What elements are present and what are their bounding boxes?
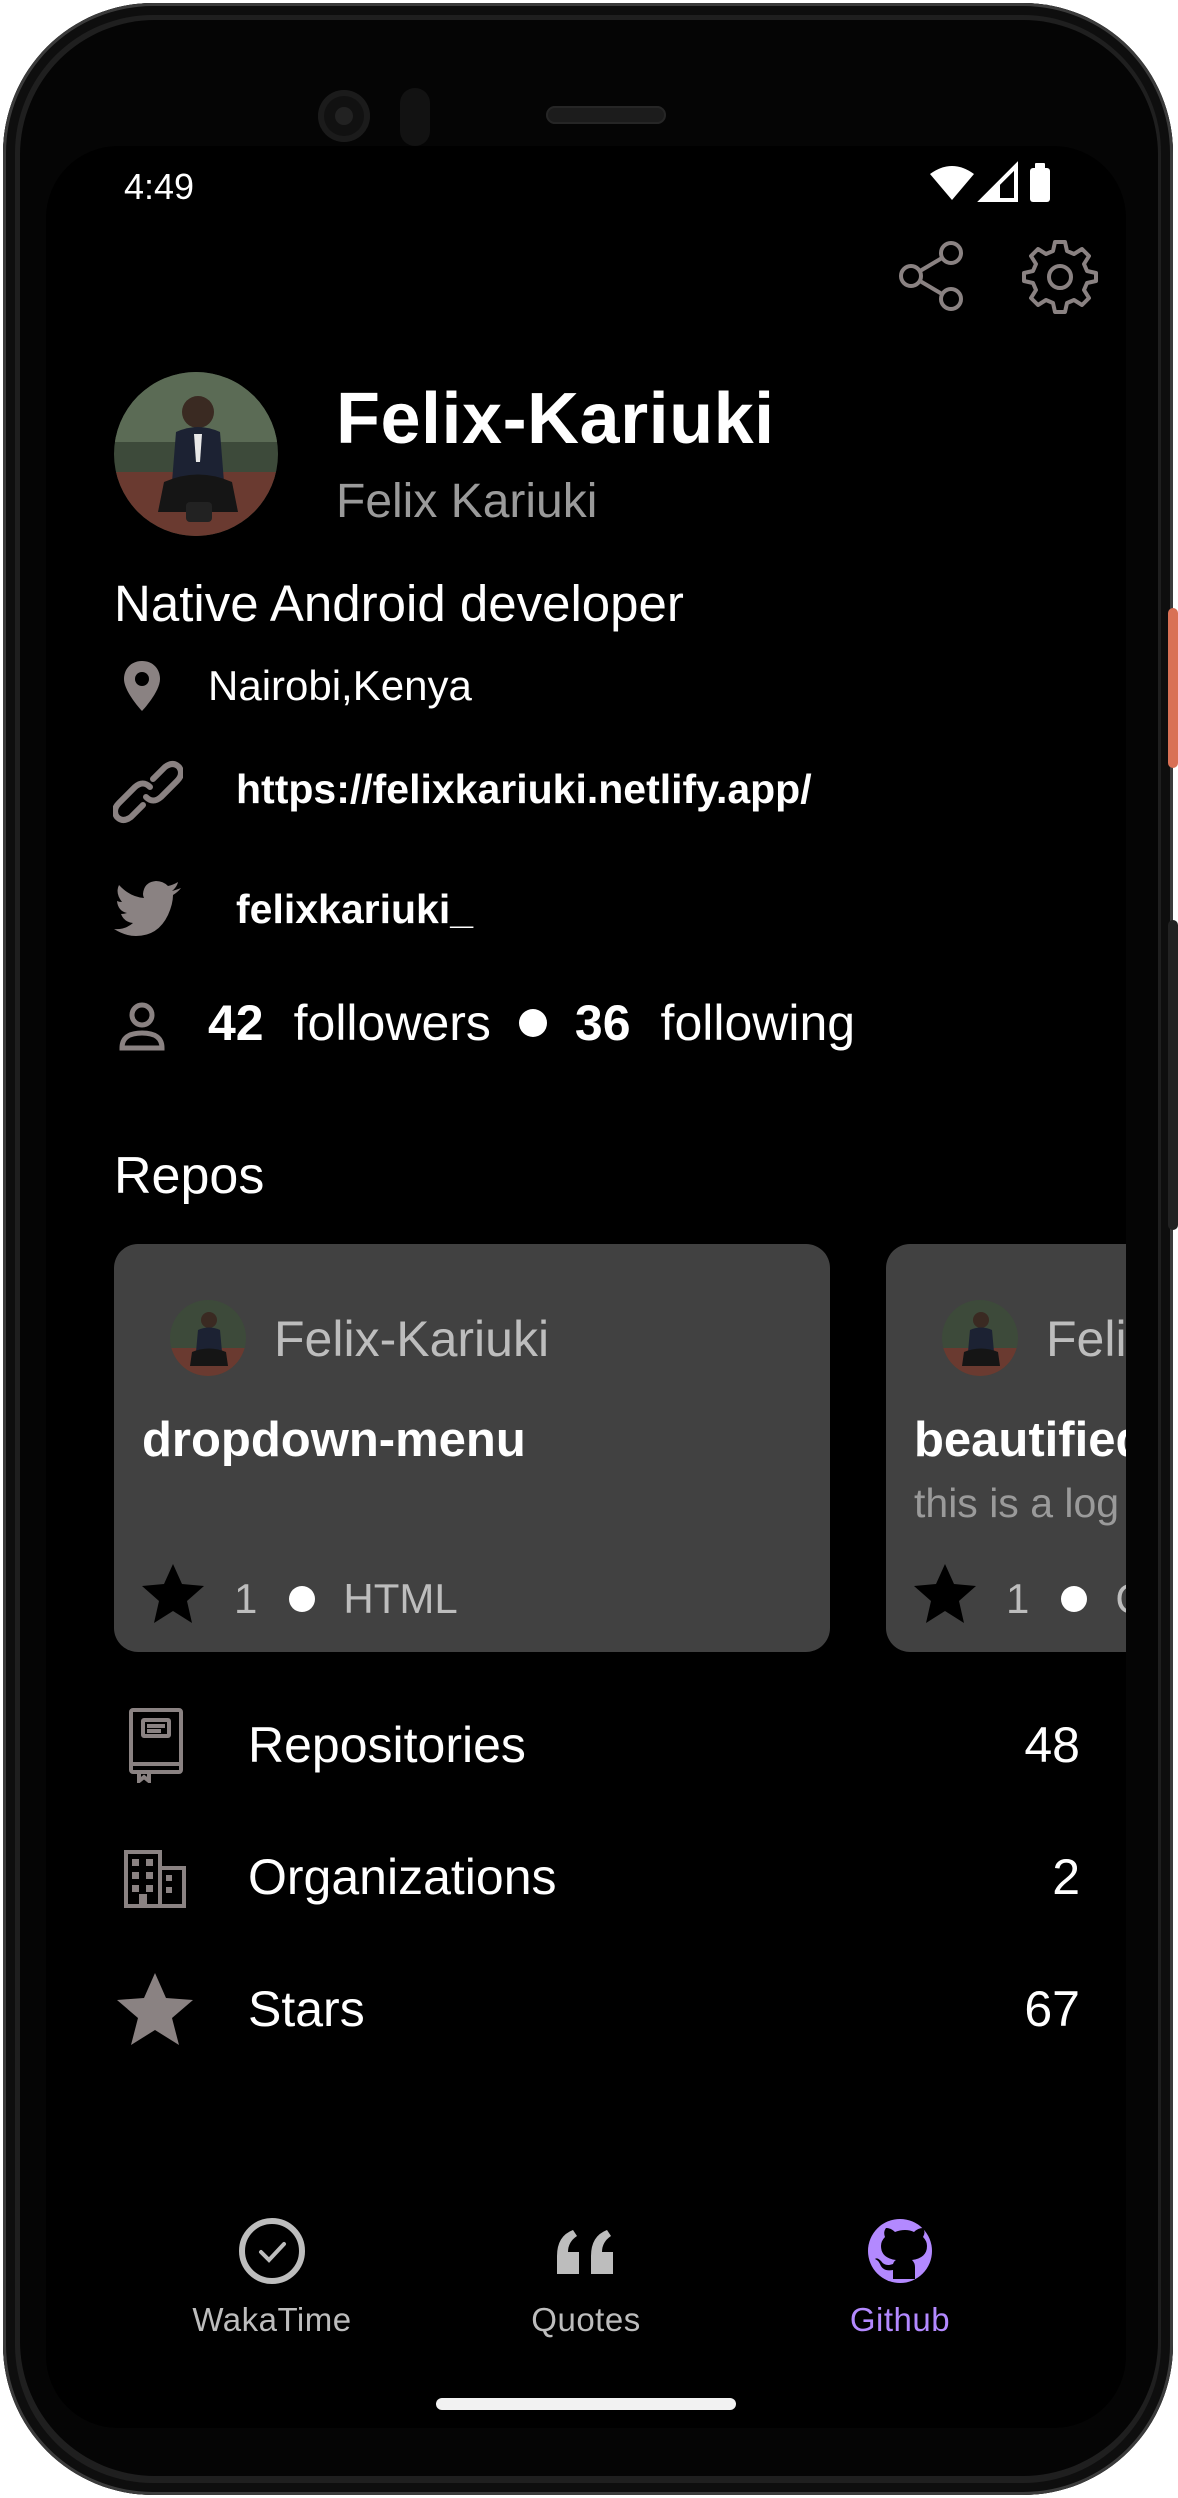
home-indicator[interactable] xyxy=(436,2398,736,2410)
owner-avatar xyxy=(170,1300,246,1376)
github-icon xyxy=(865,2216,935,2291)
clock-icon xyxy=(237,2216,307,2291)
repo-star-count: 1 xyxy=(234,1575,258,1622)
share-icon[interactable] xyxy=(890,234,974,318)
repo-meta: 1 HTML xyxy=(140,1562,458,1636)
app-screen: 4:49 Felix-Kariuki Felix Kariuki Native … xyxy=(46,146,1126,2428)
following-count: 36 xyxy=(574,995,631,1051)
quote-icon xyxy=(551,2216,621,2291)
link-icon xyxy=(112,756,184,828)
twitter-icon xyxy=(112,874,184,946)
profile-username: Felix-Kariuki xyxy=(336,379,775,459)
building-icon xyxy=(112,1836,198,1922)
menu-organizations[interactable]: Organizations xyxy=(248,1848,557,1906)
organizations-count: 2 xyxy=(1052,1849,1080,1905)
profile-location: Nairobi,Kenya xyxy=(208,662,472,709)
volume-button xyxy=(1168,920,1178,1230)
repo-description: this is a log xyxy=(914,1480,1120,1526)
wifi-icon xyxy=(930,166,974,200)
repo-card[interactable]: Felix-Kariuki dropdown-menu 1 HTML xyxy=(114,1244,830,1652)
followers-label[interactable]: followers xyxy=(294,994,491,1052)
nav-github[interactable]: Github xyxy=(780,2216,1020,2339)
repo-name: dropdown-menu xyxy=(142,1413,526,1467)
power-button xyxy=(1168,608,1178,768)
repositories-count: 48 xyxy=(1024,1717,1080,1773)
owner-avatar xyxy=(942,1300,1018,1376)
language-dot xyxy=(289,1586,316,1612)
profile-twitter-handle[interactable]: felixkariuki_ xyxy=(236,886,473,933)
repos-section-title: Repos xyxy=(114,1147,265,1205)
repo-card[interactable]: Felix-Kariuki beautified this is a log 1… xyxy=(886,1244,1126,1652)
repo-star-count: 1 xyxy=(1006,1575,1030,1622)
location-icon xyxy=(112,656,172,716)
follow-stats: 42 followers 36 following xyxy=(208,994,855,1052)
nav-wakatime[interactable]: WakaTime xyxy=(152,2216,392,2339)
repo-owner: Felix-Kariuki xyxy=(274,1311,550,1367)
status-time: 4:49 xyxy=(124,166,195,207)
gear-icon[interactable] xyxy=(1018,234,1102,318)
nav-label: Quotes xyxy=(531,2301,641,2338)
star-icon xyxy=(140,1562,206,1636)
profile-fullname: Felix Kariuki xyxy=(336,475,598,528)
proximity-sensor xyxy=(400,88,430,146)
profile-website-link[interactable]: https://felixkariuki.netlify.app/ xyxy=(236,766,812,813)
nav-label: Github xyxy=(849,2301,951,2338)
repo-language: HTML xyxy=(343,1575,458,1622)
front-camera xyxy=(318,90,370,142)
followers-count: 42 xyxy=(208,995,264,1051)
book-icon xyxy=(112,1702,198,1788)
menu-stars[interactable]: Stars xyxy=(248,1980,365,2038)
repo-name: beautified xyxy=(914,1413,1126,1467)
nav-quotes[interactable]: Quotes xyxy=(466,2216,706,2339)
following-label[interactable]: following xyxy=(661,994,856,1052)
status-icons xyxy=(926,160,1086,208)
stars-count: 67 xyxy=(1024,1981,1080,2037)
nav-label: WakaTime xyxy=(192,2301,352,2338)
star-icon xyxy=(112,1966,198,2052)
signal-icon xyxy=(977,161,1018,202)
menu-repositories[interactable]: Repositories xyxy=(248,1716,526,1774)
language-dot xyxy=(1061,1586,1088,1612)
repo-meta: 1 C xyxy=(912,1562,1126,1636)
separator-dot xyxy=(518,1009,547,1037)
earpiece-speaker xyxy=(546,106,666,124)
repo-language: C xyxy=(1115,1575,1126,1623)
repo-owner: Felix-Kariuki xyxy=(1046,1311,1126,1367)
battery-icon xyxy=(1030,163,1050,202)
profile-bio: Native Android developer xyxy=(114,575,684,632)
person-icon xyxy=(112,996,172,1056)
avatar xyxy=(114,372,278,536)
star-icon xyxy=(912,1562,978,1636)
